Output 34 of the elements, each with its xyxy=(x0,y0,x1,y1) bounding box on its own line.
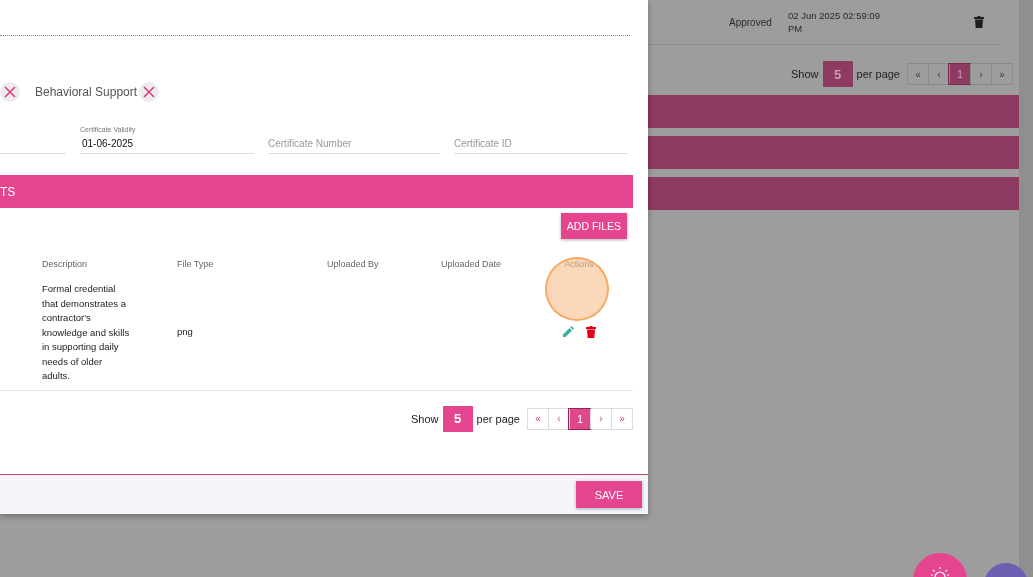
show-label: Show xyxy=(411,412,439,425)
per-page-label: per page xyxy=(476,412,520,425)
page-button[interactable]: › xyxy=(970,64,991,84)
add-files-button[interactable]: ADD FILES xyxy=(561,213,627,239)
column-header: Uploaded By xyxy=(327,259,379,269)
page-button[interactable]: › xyxy=(590,408,611,429)
status-cell-text: Approved xyxy=(729,16,773,28)
bulb-icon xyxy=(931,567,949,577)
edit-icon[interactable] xyxy=(562,326,574,338)
trash-icon[interactable] xyxy=(974,16,984,28)
page-button[interactable]: » xyxy=(611,408,632,429)
table-cell-text: Formal credential that demonstrates a contractor's knowledge and skills in supporting daily needs of older adults. xyxy=(42,282,131,383)
page-button[interactable]: » xyxy=(991,64,1012,84)
page-button[interactable]: 1 xyxy=(569,408,590,429)
input-field[interactable]: Certificate ID xyxy=(454,131,628,154)
chip-label: Behavioral Support xyxy=(35,85,138,99)
remove-icon[interactable] xyxy=(0,82,20,102)
table-cell: png xyxy=(177,326,193,338)
section-header: TS xyxy=(0,175,633,208)
remove-icon[interactable] xyxy=(139,82,160,102)
column-header: Description xyxy=(42,259,88,269)
page-size-select[interactable]: 5 xyxy=(442,405,473,432)
page-button[interactable]: « xyxy=(528,408,548,429)
column-header: File Type xyxy=(177,259,214,269)
date-cell-text: 02 Jun 2025 02:59:09 PM xyxy=(788,9,881,35)
page-button[interactable]: 1 xyxy=(949,64,970,84)
input-field[interactable]: Certificate Number xyxy=(268,131,440,154)
column-header: Uploaded Date xyxy=(441,259,502,269)
page-size-select[interactable]: 5 xyxy=(822,61,853,87)
show-label: Show xyxy=(791,68,819,80)
save-button[interactable]: SAVE xyxy=(576,481,642,508)
per-page-label: per page xyxy=(856,68,900,80)
page-button[interactable]: « xyxy=(908,64,928,84)
trash-icon[interactable] xyxy=(585,325,596,338)
